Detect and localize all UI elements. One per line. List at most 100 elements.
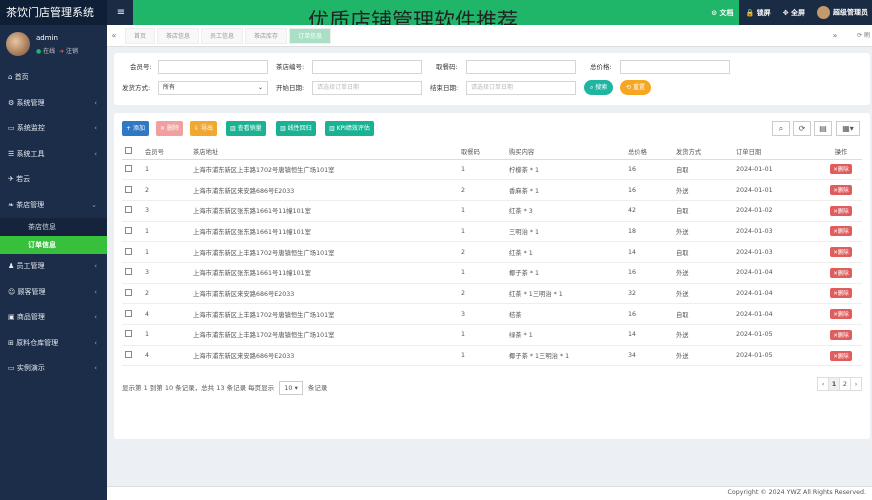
delivery-select[interactable]: 所有 ⌄: [158, 81, 268, 95]
search-icon[interactable]: ⌕: [772, 121, 790, 136]
regression-button[interactable]: ▥ 线性回归: [276, 121, 316, 136]
table-cell: 上海市浦东新区来安路686号E2033: [190, 345, 458, 367]
row-select-cell: [122, 303, 142, 325]
header-date[interactable]: 订单日期: [733, 145, 817, 160]
table-cell: 自取: [673, 200, 733, 222]
sidebar-item-home[interactable]: ⌂ 首页: [0, 65, 107, 91]
search-button[interactable]: ⌕ 搜索: [584, 80, 614, 95]
sidebar-toggle-icon[interactable]: ≡: [114, 6, 128, 19]
table-cell: 2024-01-05: [733, 345, 817, 367]
sub-item-shop-info[interactable]: 茶店信息: [0, 218, 107, 236]
header-total[interactable]: 总价格: [625, 145, 673, 160]
table-cell: 2024-01-04: [733, 262, 817, 284]
row-checkbox[interactable]: [125, 164, 132, 172]
row-checkbox[interactable]: [125, 247, 132, 255]
add-button[interactable]: + 添加: [122, 121, 149, 136]
sidebar-item-warehouse[interactable]: ⊞ 原料仓库管理 ‹: [0, 331, 107, 357]
end-date-input[interactable]: 请选择订单日期: [466, 81, 576, 95]
row-checkbox[interactable]: [125, 268, 132, 276]
logout-link[interactable]: 注销: [66, 48, 78, 55]
sidebar-item-plane[interactable]: ✈ 若云: [0, 167, 107, 193]
kpi-button[interactable]: ▥ KPI绩效评估: [325, 121, 374, 136]
row-delete-button[interactable]: ✕删除: [830, 185, 852, 196]
sidebar-item-customers[interactable]: ☺ 顾客管理 ‹: [0, 280, 107, 306]
sidebar-item-toolbox[interactable]: ☰ 系统工具 ‹: [0, 142, 107, 168]
tab-bar: « 首页 茶店信息 员工信息 茶店库存 订单信息 » ⟳ 刷: [107, 25, 872, 47]
row-delete-button[interactable]: ✕删除: [830, 288, 852, 299]
row-delete-button[interactable]: ✕删除: [830, 205, 852, 216]
table-row[interactable]: 4 上海市浦东新区上丰路1702号唐镇恒生广场101室 3 桔茶 16 自取 2024-01…: [122, 303, 862, 325]
sidebar-item-monitor[interactable]: ▭ 系统监控 ‹: [0, 116, 107, 142]
row-checkbox[interactable]: [125, 206, 132, 214]
avatar: [6, 32, 30, 56]
logout-icon[interactable]: ➜: [59, 48, 64, 55]
tab-4[interactable]: 订单信息: [289, 28, 332, 44]
table-row[interactable]: 3 上海市浦东新区张东路1661号11幢101室 1 椰子茶 * 1 16 外送 2024-…: [122, 262, 862, 284]
shop-input[interactable]: [312, 60, 422, 74]
header-code[interactable]: 取餐码: [458, 145, 506, 160]
user-name: admin: [36, 34, 58, 42]
tab-left-arrow-icon[interactable]: «: [107, 25, 121, 47]
header-delivery[interactable]: 发货方式: [673, 145, 733, 160]
reset-button[interactable]: ⟲ 重置: [620, 80, 651, 95]
sales-button[interactable]: ▥ 查看销量: [226, 121, 266, 136]
sidebar-item-goods[interactable]: ▣ 商品管理 ‹: [0, 305, 107, 331]
table-row[interactable]: 4 上海市浦东新区来安路686号E2033 1 椰子茶 * 1三明治 * 1 34 外送 2…: [122, 345, 862, 367]
grid-menu-icon[interactable]: ▦▾: [836, 121, 860, 136]
select-all-checkbox[interactable]: [125, 147, 132, 155]
table-row[interactable]: 1 上海市浦东新区上丰路1702号唐镇恒生广场101室 1 绿茶 * 1 14 外送 202…: [122, 324, 862, 346]
row-delete-button[interactable]: ✕删除: [830, 329, 852, 340]
sidebar-item-gear[interactable]: ⚙ 系统管理 ‹: [0, 91, 107, 117]
row-delete-button[interactable]: ✕删除: [830, 267, 852, 278]
row-checkbox[interactable]: [125, 330, 132, 338]
start-date-input[interactable]: 请选择订单日期: [312, 81, 422, 95]
row-delete-button[interactable]: ✕删除: [830, 164, 852, 175]
total-input[interactable]: [620, 60, 730, 74]
row-delete-button[interactable]: ✕删除: [830, 226, 852, 237]
table-row[interactable]: 2 上海市浦东新区来安路686号E2033 2 红茶 * 1三明治 * 1 32 外送 20…: [122, 283, 862, 305]
table-row[interactable]: 2 上海市浦东新区来安路686号E2033 2 香麻茶 * 1 16 外送 2024-01-…: [122, 179, 862, 201]
table-cell: 18: [625, 221, 673, 243]
export-button[interactable]: ⇩ 导出: [190, 121, 217, 136]
sidebar-item-users[interactable]: ♟ 员工管理 ‹: [0, 254, 107, 280]
sidebar-item-demo[interactable]: ▭ 实例演示 ‹: [0, 356, 107, 382]
page-size-select[interactable]: 10 ▾: [279, 381, 303, 395]
row-checkbox[interactable]: [125, 185, 132, 193]
header-member[interactable]: 会员号: [142, 145, 190, 160]
delete-button[interactable]: ✕ 删除: [156, 121, 183, 136]
tab-0[interactable]: 首页: [125, 28, 156, 44]
caret-icon: ‹: [94, 313, 97, 321]
table-row[interactable]: 1 上海市浦东新区上丰路1702号唐镇恒生广场101室 2 红茶 * 1 14 自取 202…: [122, 241, 862, 263]
header-content[interactable]: 购买内容: [506, 145, 625, 160]
table-row[interactable]: 1 上海市浦东新区上丰路1702号唐镇恒生广场101室 1 柠檬茶 * 1 16 自取 20…: [122, 159, 862, 181]
header-address[interactable]: 茶店地址: [190, 145, 458, 160]
row-delete-button[interactable]: ✕删除: [830, 350, 852, 361]
user-menu[interactable]: 超级管理员: [817, 6, 868, 19]
code-input[interactable]: [466, 60, 576, 74]
row-checkbox[interactable]: [125, 351, 132, 359]
tab-2[interactable]: 员工信息: [201, 28, 244, 44]
docs-link[interactable]: ⊙ 文档: [711, 8, 733, 18]
table-row[interactable]: 3 上海市浦东新区张东路1661号11幢101室 1 红茶 * 3 42 自取 2024-0…: [122, 200, 862, 222]
refresh-icon[interactable]: ⟳ 刷: [857, 25, 870, 47]
table-cell: 外送: [673, 345, 733, 367]
tab-3[interactable]: 茶店库存: [245, 28, 288, 44]
row-checkbox[interactable]: [125, 226, 132, 234]
page-button-3[interactable]: ›: [850, 377, 862, 391]
row-delete-button[interactable]: ✕删除: [830, 309, 852, 320]
row-delete-button[interactable]: ✕删除: [830, 247, 852, 258]
tab-right-arrow-icon[interactable]: »: [828, 25, 842, 47]
sub-item-order-info[interactable]: 订单信息: [0, 236, 107, 254]
table-row[interactable]: 1 上海市浦东新区张东路1661号11幢101室 1 三明治 * 1 18 外送 2024-…: [122, 221, 862, 243]
member-input[interactable]: [158, 60, 268, 74]
lock-link[interactable]: 🔒 锁屏: [746, 8, 771, 18]
row-checkbox[interactable]: [125, 288, 132, 296]
table-cell: 上海市浦东新区张东路1661号11幢101室: [190, 221, 458, 243]
tab-1[interactable]: 茶店信息: [157, 28, 200, 44]
fullscreen-link[interactable]: ✥ 全屏: [783, 8, 805, 18]
row-checkbox[interactable]: [125, 309, 132, 317]
table-cell: 42: [625, 200, 673, 222]
refresh-table-icon[interactable]: ⟳: [793, 121, 811, 136]
sidebar-item-leaf[interactable]: ❧ 茶店管理 ⌄: [0, 193, 107, 219]
columns-icon[interactable]: ▤: [814, 121, 832, 136]
